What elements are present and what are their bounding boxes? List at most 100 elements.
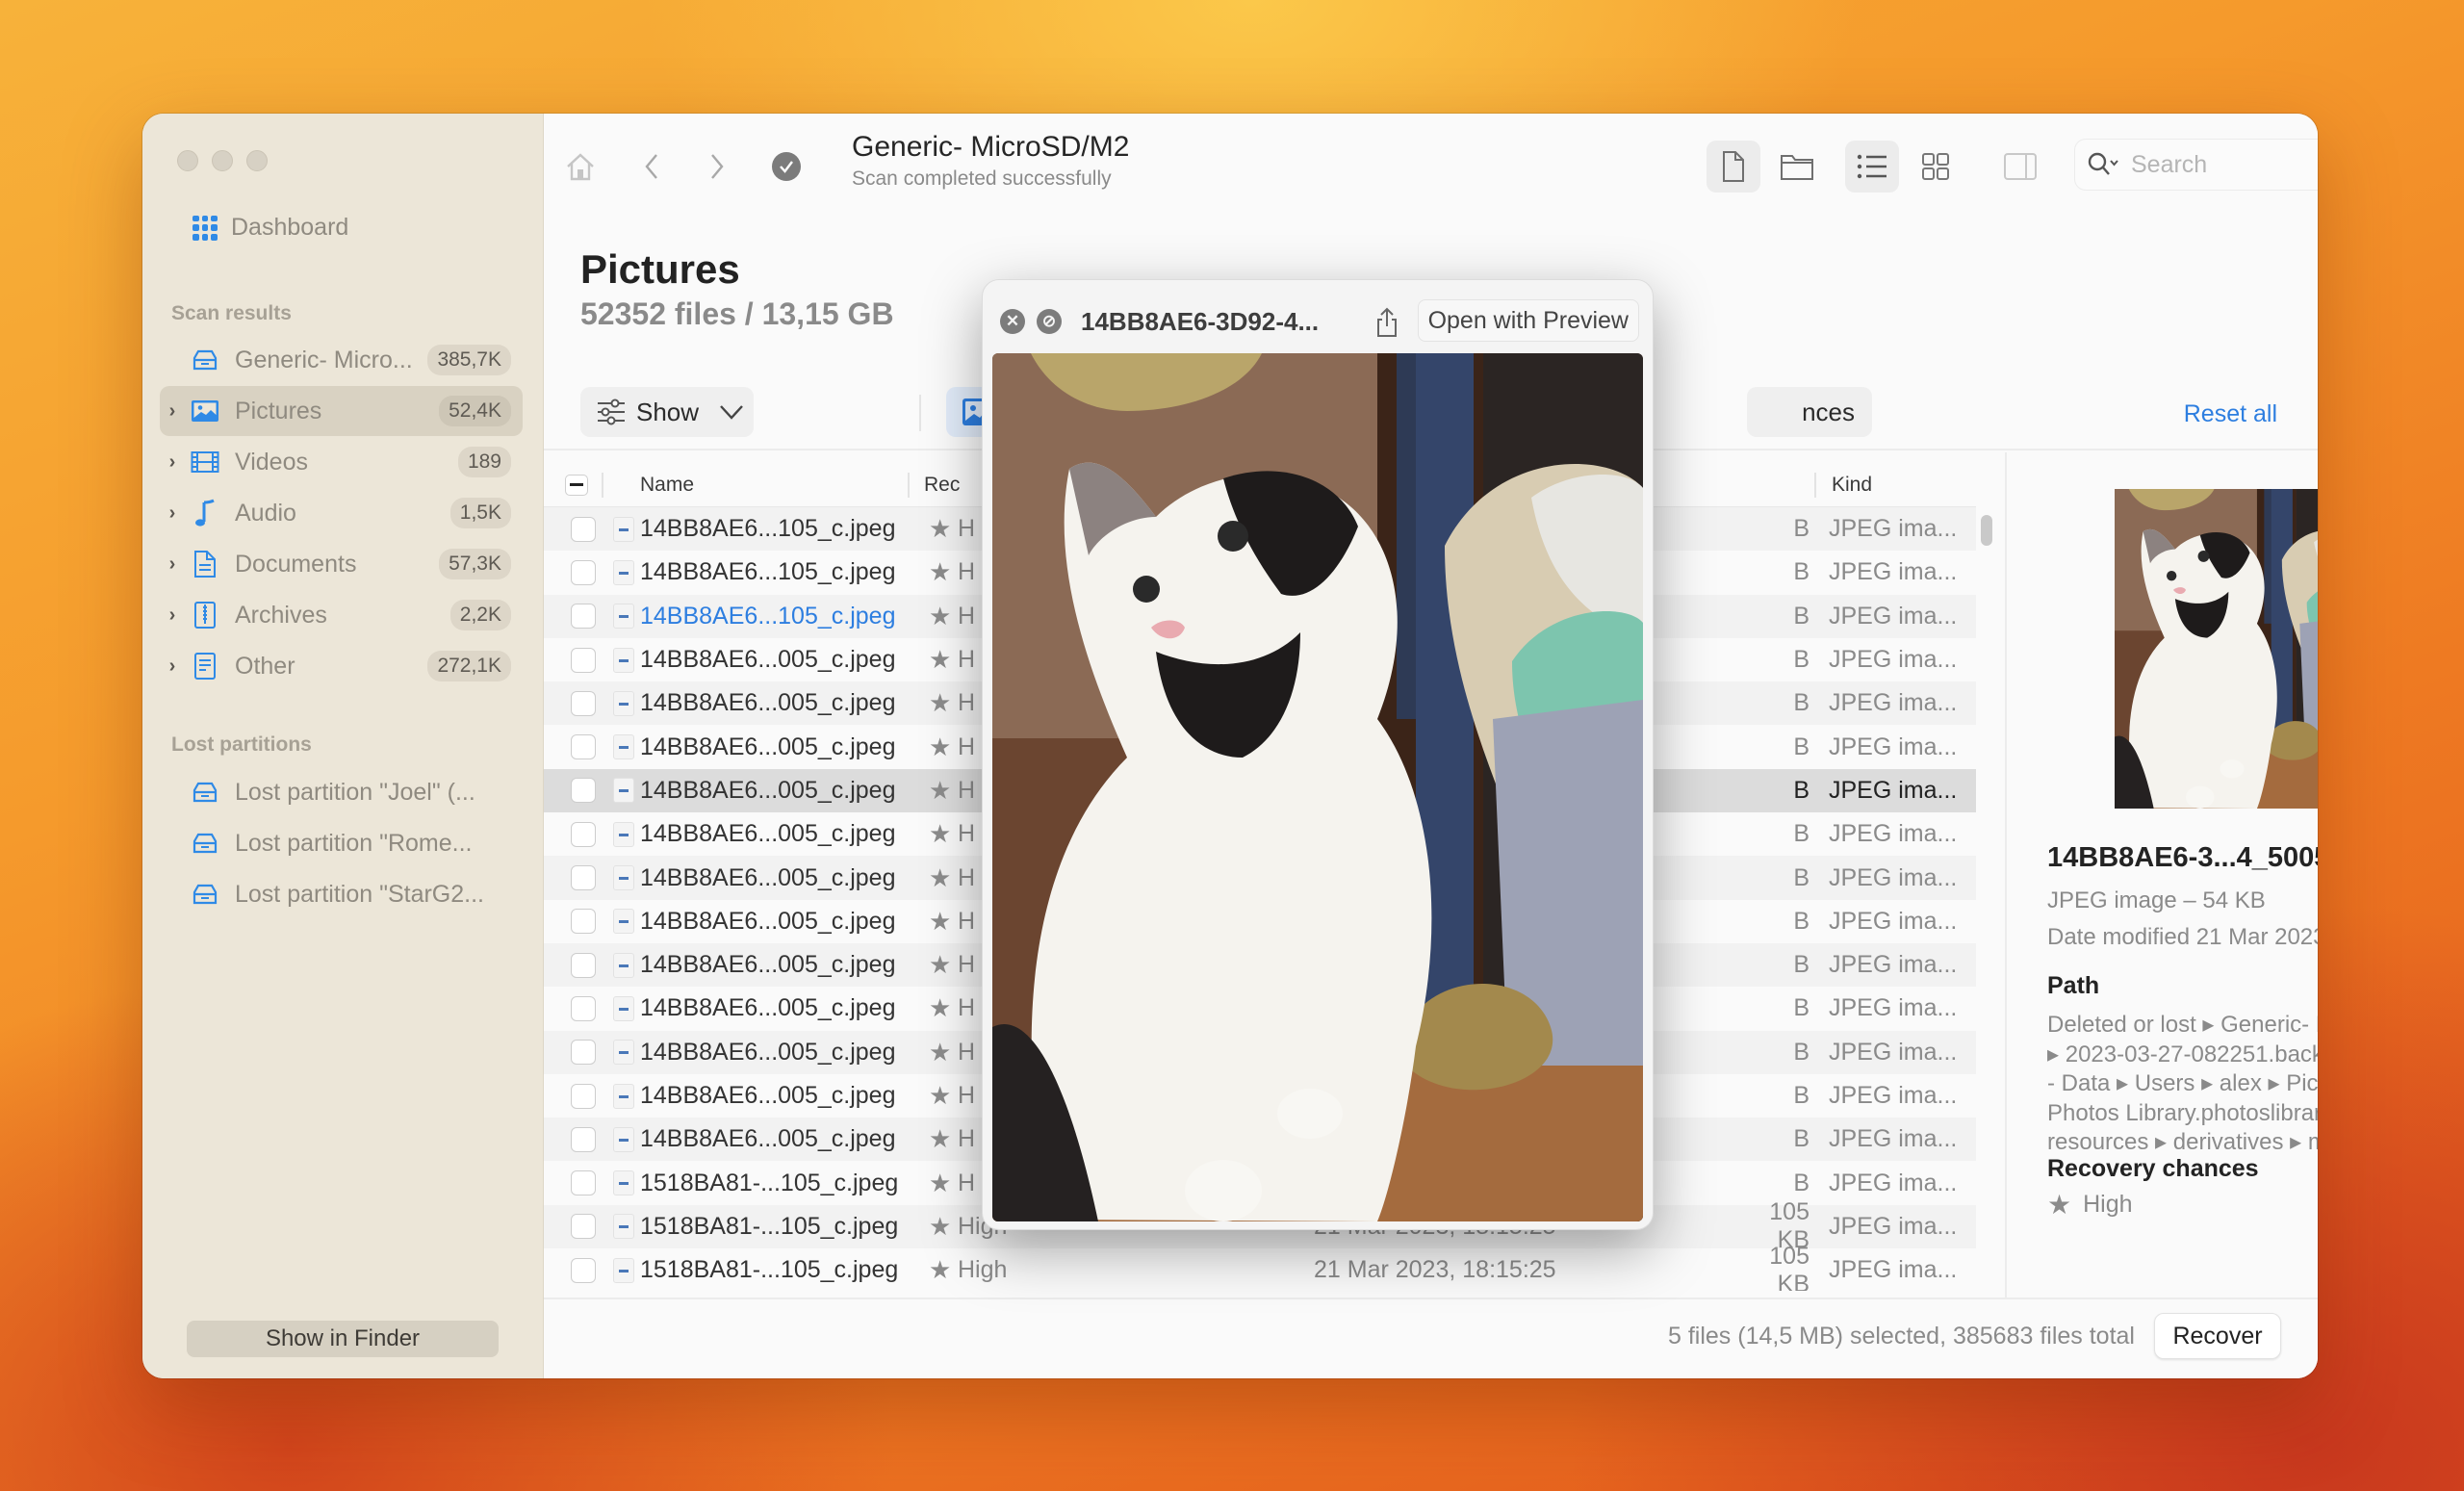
sidebar-item-videos[interactable]: › Videos 189 (160, 437, 523, 487)
row-checkbox[interactable] (571, 821, 596, 847)
table-scrollbar[interactable] (1976, 507, 2001, 1297)
column-header-recovery[interactable]: Rec (924, 474, 960, 497)
recovery-chances-filter-chip[interactable]: nces (1747, 387, 1872, 437)
row-checkbox[interactable] (571, 1126, 596, 1152)
file-name: 14BB8AE6...005_c.jpeg (640, 907, 896, 935)
recovery-chance: H (958, 907, 976, 935)
select-all-checkbox[interactable] (565, 474, 588, 496)
search-field[interactable]: Search (2074, 139, 2318, 191)
sidebar-item-generic-micro[interactable]: Generic- Micro... 385,7K (160, 335, 523, 385)
list-view-button[interactable] (1845, 141, 1899, 193)
row-checkbox[interactable] (571, 909, 596, 935)
expand-chevron-icon[interactable]: › (160, 451, 185, 474)
sidebar-item-audio[interactable]: › Audio 1,5K (160, 488, 523, 538)
row-checkbox[interactable] (571, 1040, 596, 1066)
row-checkbox[interactable] (571, 1257, 596, 1283)
selection-status: 5 files (14,5 MB) selected, 385683 files… (1668, 1323, 2135, 1350)
scrollbar-thumb[interactable] (1981, 515, 1992, 546)
zoom-window-button[interactable] (246, 150, 268, 171)
file-kind: JPEG ima... (1829, 1038, 1958, 1066)
expand-chevron-icon[interactable]: › (160, 400, 185, 423)
row-checkbox[interactable] (571, 734, 596, 760)
table-row[interactable]: 1518BA81-...105_c.jpeg ★High 21 Mar 2023, … (544, 1243, 1976, 1291)
quicklook-fullscreen-button[interactable]: ⊘ (1037, 309, 1062, 334)
recover-button[interactable]: Recover (2154, 1313, 2281, 1359)
home-button[interactable] (553, 141, 607, 193)
file-kind: JPEG ima... (1829, 602, 1958, 630)
grid-view-button[interactable] (1909, 141, 1963, 193)
details-path: Deleted or lost ▸ Generic- MicroSD M2 ▸ … (2047, 1012, 2318, 1155)
row-checkbox[interactable] (571, 995, 596, 1021)
row-checkbox[interactable] (571, 865, 596, 891)
sidebar-lost-partition[interactable]: Lost partition "Joel" (... (160, 767, 523, 817)
sidebar-item-pictures[interactable]: › Pictures 52,4K (160, 386, 523, 436)
device-status: Scan completed successfully (852, 167, 1112, 190)
sidebar-item-documents[interactable]: › Documents 57,3K (160, 539, 523, 589)
jpeg-file-icon (613, 734, 634, 760)
row-checkbox[interactable] (571, 604, 596, 630)
file-size: B (1793, 951, 1810, 979)
file-kind: JPEG ima... (1829, 1212, 1958, 1240)
row-checkbox[interactable] (571, 1214, 596, 1240)
minimize-window-button[interactable] (212, 150, 233, 171)
row-checkbox[interactable] (571, 952, 596, 978)
row-checkbox[interactable] (571, 559, 596, 585)
sidebar-item-other[interactable]: › Other 272,1K (160, 641, 523, 691)
back-button[interactable] (625, 141, 679, 193)
file-name: 14BB8AE6...005_c.jpeg (640, 994, 896, 1022)
row-checkbox[interactable] (571, 1083, 596, 1109)
toggle-preview-panel-button[interactable] (1993, 141, 2047, 193)
recovery-chance: H (958, 733, 976, 760)
sidebar-item-label: Pictures (235, 397, 322, 424)
show-in-finder-button[interactable]: Show in Finder (187, 1321, 499, 1357)
star-icon: ★ (2047, 1190, 2072, 1220)
count-badge: 57,3K (439, 549, 511, 579)
expand-chevron-icon[interactable]: › (160, 604, 185, 627)
column-header-name[interactable]: Name (640, 474, 694, 497)
details-file-name: 14BB8AE6-3...4_5005_c.jpeg (2047, 842, 2318, 873)
sidebar-lost-partition[interactable]: Lost partition "Rome... (160, 818, 523, 868)
sidebar-item-archives[interactable]: › Archives 2,2K (160, 590, 523, 640)
row-checkbox[interactable] (571, 778, 596, 804)
expand-chevron-icon[interactable]: › (160, 553, 185, 576)
file-name: 14BB8AE6...105_c.jpeg (640, 602, 896, 630)
sidebar-lost-partition[interactable]: Lost partition "StarG2... (160, 869, 523, 919)
row-checkbox[interactable] (571, 1170, 596, 1196)
files-view-button[interactable] (1707, 141, 1760, 193)
recovery-chance: H (958, 515, 976, 543)
sidebar-item-dashboard[interactable]: Dashboard (192, 214, 348, 242)
file-size: B (1793, 1082, 1810, 1110)
star-icon: ★ (929, 1255, 952, 1285)
other-file-icon (189, 653, 221, 680)
quicklook-image (992, 353, 1643, 1221)
star-icon: ★ (929, 1211, 952, 1241)
open-with-preview-button[interactable]: Open with Preview (1417, 299, 1639, 342)
row-checkbox[interactable] (571, 516, 596, 542)
file-kind: JPEG ima... (1829, 907, 1958, 935)
recovery-chance: H (958, 951, 976, 979)
row-checkbox[interactable] (571, 647, 596, 673)
chevron-left-icon (645, 154, 657, 179)
column-header-kind[interactable]: Kind (1832, 474, 1872, 497)
file-size: B (1793, 646, 1810, 674)
forward-button[interactable] (690, 141, 744, 193)
quicklook-close-button[interactable]: ✕ (1000, 309, 1025, 334)
share-button[interactable] (1375, 307, 1399, 343)
expand-chevron-icon[interactable]: › (160, 656, 185, 678)
star-icon: ★ (929, 993, 952, 1023)
jpeg-file-icon (613, 559, 634, 585)
row-checkbox[interactable] (571, 690, 596, 716)
show-filter-button[interactable]: Show (580, 387, 754, 437)
music-note-icon (189, 499, 221, 527)
close-window-button[interactable] (177, 150, 198, 171)
count-badge: 52,4K (439, 396, 511, 426)
checkmark-circle-icon (772, 152, 801, 181)
star-icon: ★ (929, 601, 952, 630)
reset-all-link[interactable]: Reset all (2184, 400, 2277, 428)
expand-chevron-icon[interactable]: › (160, 502, 185, 525)
folders-view-button[interactable] (1770, 141, 1824, 193)
count-badge: 2,2K (449, 600, 511, 630)
file-kind: JPEG ima... (1829, 1082, 1958, 1110)
picture-icon (189, 398, 221, 424)
file-size: B (1793, 515, 1810, 543)
